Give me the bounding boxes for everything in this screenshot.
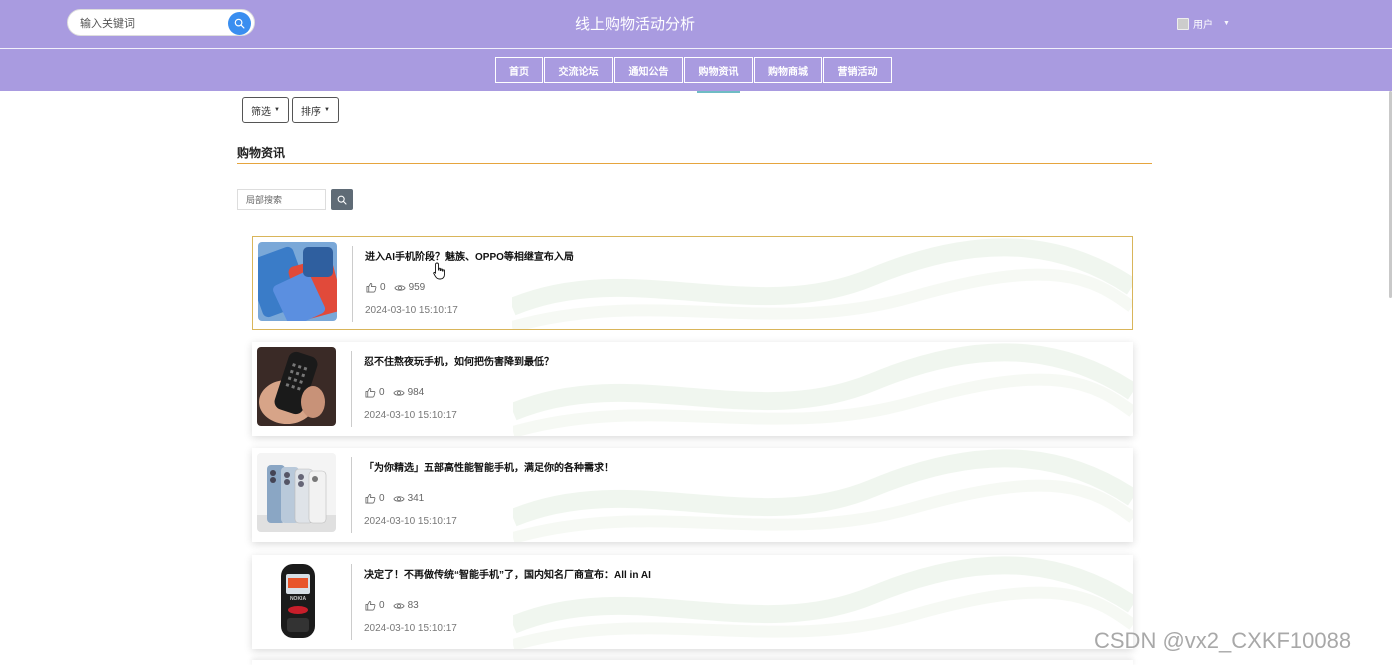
article-stats: 0 341 xyxy=(365,493,424,504)
article-card[interactable]: 忍不住熬夜玩手机，如何把伤害降到最低？ 0 984 2024-03-10 15:… xyxy=(252,342,1133,436)
top-header: 线上购物活动分析 用户 ▼ 首页交流论坛通知公告购物资讯购物商城营销活动 xyxy=(0,0,1392,91)
nav-tab-3[interactable]: 通知公告 xyxy=(614,57,683,83)
view-count: 341 xyxy=(407,493,425,504)
nav-tab-5[interactable]: 购物商城 xyxy=(754,57,822,83)
eye-icon xyxy=(392,495,405,502)
local-search-input[interactable] xyxy=(237,189,326,210)
caret-down-icon: ▼ xyxy=(274,107,280,113)
article-date: 2024-03-10 15:10:17 xyxy=(364,516,457,527)
caret-down-icon: ▼ xyxy=(324,107,330,113)
wave-background xyxy=(512,238,1132,329)
like-count: 0 xyxy=(379,387,385,398)
filter-label: 筛选 xyxy=(251,106,272,118)
thumbs-up-icon[interactable] xyxy=(365,387,376,398)
search-icon xyxy=(337,195,347,205)
site-title: 线上购物活动分析 xyxy=(574,16,695,33)
thumbs-up-icon[interactable] xyxy=(365,493,376,504)
caret-down-icon: ▼ xyxy=(1223,20,1230,27)
article-title[interactable]: 决定了！不再做传统“智能手机”了，国内知名厂商宣布：All in AI xyxy=(364,566,651,581)
article-title[interactable]: 进入AI手机阶段？魅族、OPPO等相继宣布入局 xyxy=(365,248,574,263)
active-tab-indicator xyxy=(697,91,740,93)
eye-icon xyxy=(392,602,405,609)
filter-dropdown-button[interactable]: 筛选 ▼ xyxy=(242,97,289,123)
article-date: 2024-03-10 15:10:17 xyxy=(364,410,457,421)
nav-tab-1[interactable]: 首页 xyxy=(495,57,543,83)
avatar xyxy=(1177,17,1189,30)
article-thumbnail[interactable] xyxy=(257,453,336,532)
view-count: 83 xyxy=(407,600,419,611)
watermark: CSDN @vx2_CXKF10088 xyxy=(1094,628,1352,653)
article-thumbnail[interactable] xyxy=(258,242,337,321)
article-thumbnail[interactable] xyxy=(257,347,336,426)
article-title[interactable]: 「为你精选」五部高性能智能手机，满足你的各种需求！ xyxy=(364,459,614,474)
article-card[interactable]: 进入AI手机阶段？魅族、OPPO等相继宣布入局 0 959 2024-03-10… xyxy=(252,236,1133,330)
article-title[interactable]: 忍不住熬夜玩手机，如何把伤害降到最低？ xyxy=(364,353,554,368)
sort-dropdown-button[interactable]: 排序 ▼ xyxy=(292,97,339,123)
view-count: 959 xyxy=(408,282,426,293)
nav-tab-6[interactable]: 营销活动 xyxy=(823,57,892,83)
article-thumbnail[interactable]: NOKIA xyxy=(257,560,336,639)
hand-cursor-icon xyxy=(433,262,445,280)
like-count: 0 xyxy=(379,600,385,611)
article-stats: 0 83 xyxy=(365,600,419,611)
nokia-brand-text: NOKIA xyxy=(290,596,307,602)
article-card[interactable]: 「为你精选」五部高性能智能手机，满足你的各种需求！ 0 341 2024-03-… xyxy=(252,448,1133,542)
thumbs-up-icon[interactable] xyxy=(366,282,377,293)
card-separator xyxy=(351,457,352,533)
like-count: 0 xyxy=(380,282,386,293)
article-card-partial xyxy=(252,660,1133,665)
section-title: 购物资讯 xyxy=(237,146,286,160)
main-nav: 首页 交流论坛 通知公告 购物资讯 购物商城 营销活动 xyxy=(495,57,893,83)
article-stats: 0 959 xyxy=(366,282,425,293)
article-stats: 0 984 xyxy=(365,387,424,398)
card-separator xyxy=(351,351,352,427)
local-search-button[interactable] xyxy=(331,189,353,210)
nav-tab-2[interactable]: 交流论坛 xyxy=(544,57,613,83)
article-card[interactable]: NOKIA 决定了！不再做传统“智能手机”了，国内知名厂商宣布：All in A… xyxy=(252,555,1133,649)
wave-background xyxy=(513,343,1133,436)
thumbs-up-icon[interactable] xyxy=(365,600,376,611)
eye-icon xyxy=(392,389,405,396)
user-label: 用户 xyxy=(1193,20,1213,31)
view-count: 984 xyxy=(407,387,425,398)
nav-tab-4[interactable]: 购物资讯 xyxy=(684,57,753,83)
card-separator xyxy=(352,246,353,322)
sort-label: 排序 xyxy=(301,106,322,118)
article-date: 2024-03-10 15:10:17 xyxy=(364,623,457,634)
article-date: 2024-03-10 15:10:17 xyxy=(365,305,458,316)
eye-icon xyxy=(393,284,406,291)
like-count: 0 xyxy=(379,493,385,504)
section-underline xyxy=(237,163,1152,164)
header-divider xyxy=(0,48,1392,49)
card-separator xyxy=(351,564,352,640)
user-menu[interactable]: 用户 ▼ xyxy=(1177,16,1230,31)
